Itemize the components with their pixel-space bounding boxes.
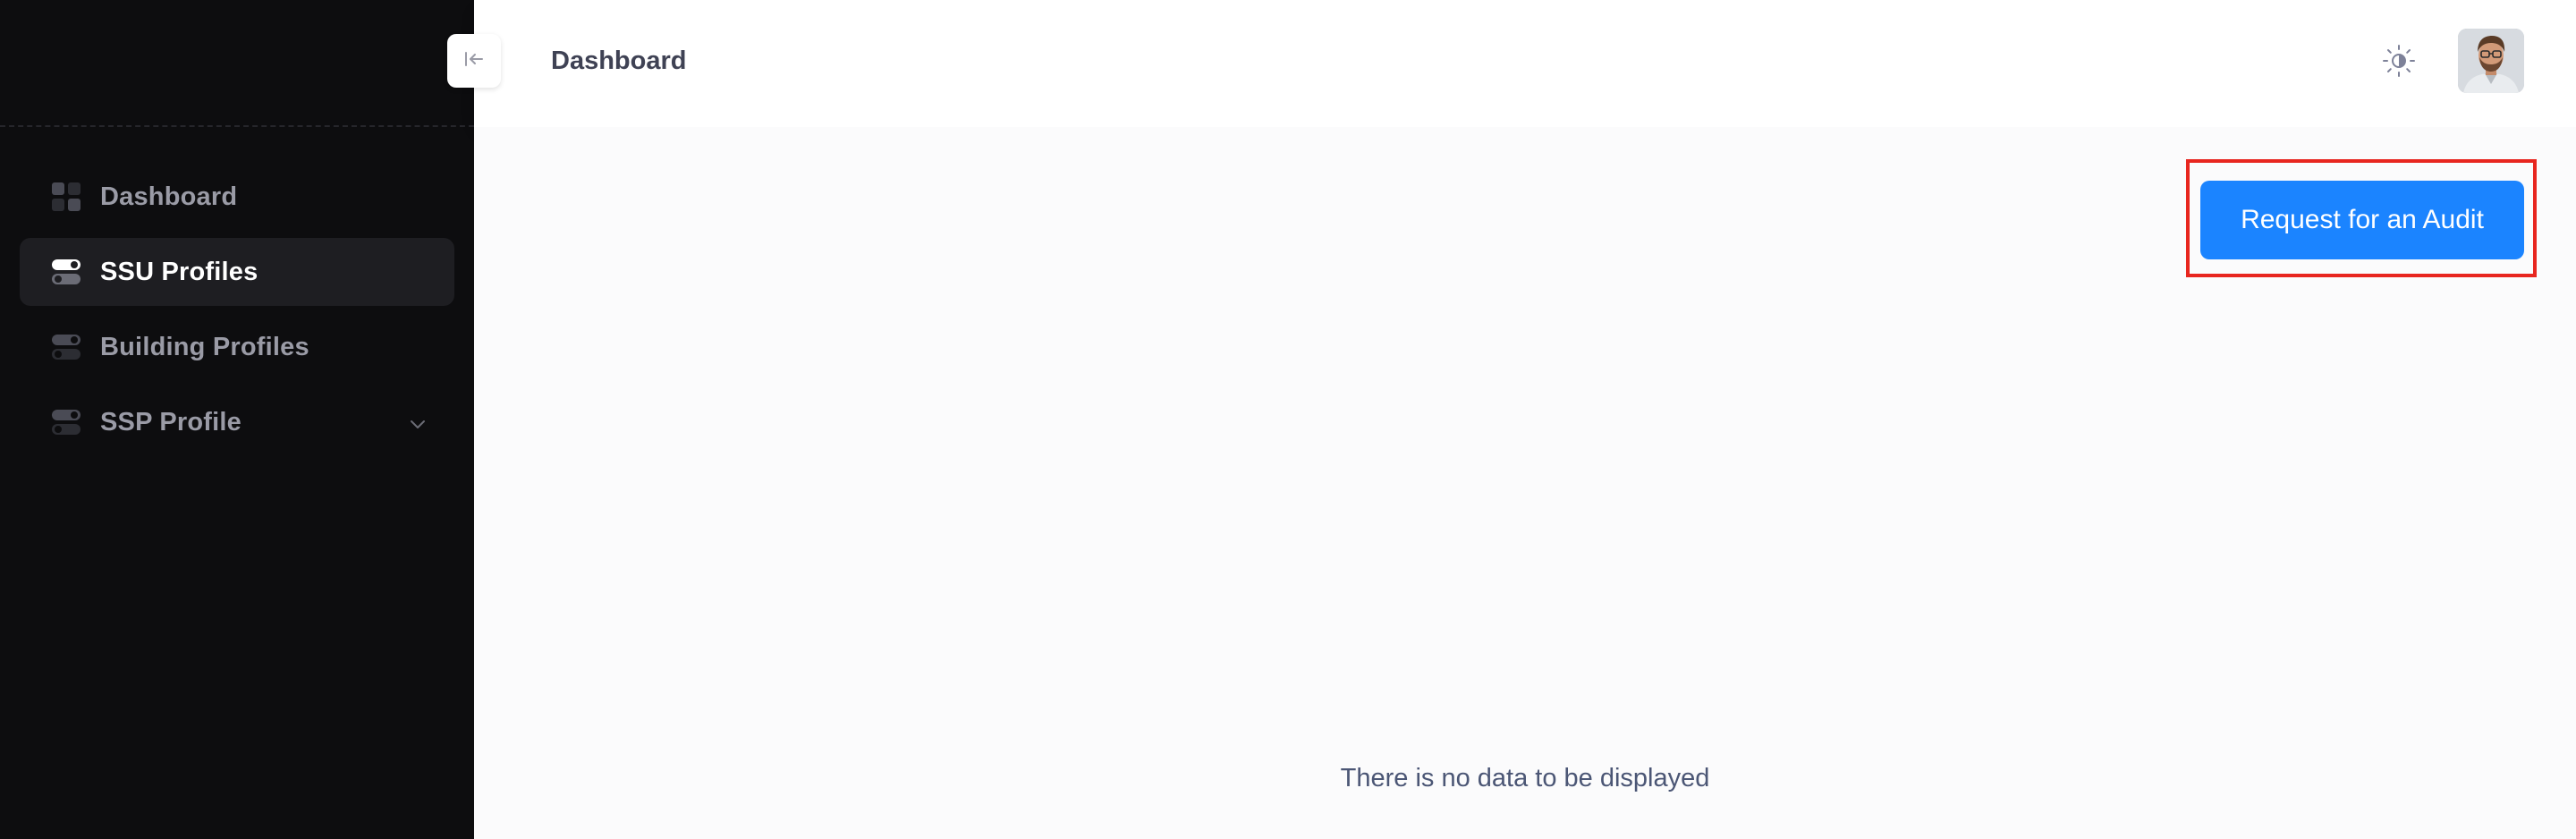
sidebar-item-building-profiles[interactable]: Building Profiles [20, 313, 454, 381]
sidebar-nav: Dashboard SSU Profiles Building Profiles… [0, 127, 474, 456]
sidebar-item-ssp-profile[interactable]: SSP Profile [20, 388, 454, 456]
sidebar-item-dashboard[interactable]: Dashboard [20, 163, 454, 231]
empty-state-message: There is no data to be displayed [1340, 764, 1710, 792]
sidebar-item-ssu-profiles[interactable]: SSU Profiles [20, 238, 454, 306]
dashboard-grid-icon [50, 181, 82, 213]
arrow-left-bar-icon [462, 47, 486, 75]
toggle-icon [50, 406, 82, 438]
sidebar-item-label: Building Profiles [100, 332, 309, 361]
main-content: Request for an Audit There is no data to… [474, 127, 2576, 839]
top-header: Dashboard [474, 0, 2576, 127]
sidebar-item-label: Dashboard [100, 182, 238, 211]
app-root: Dashboard SSU Profiles Building Profiles… [0, 0, 2576, 839]
sidebar-item-label: SSU Profiles [100, 257, 258, 286]
sidebar: Dashboard SSU Profiles Building Profiles… [0, 0, 474, 839]
theme-toggle-button[interactable] [2379, 43, 2419, 82]
sidebar-item-label: SSP Profile [100, 407, 242, 436]
request-audit-button[interactable]: Request for an Audit [2200, 181, 2524, 259]
sun-icon [2381, 43, 2417, 83]
collapse-sidebar-button[interactable] [447, 34, 501, 88]
chevron-down-icon[interactable] [408, 411, 428, 431]
toggle-icon [50, 331, 82, 363]
toggle-icon [50, 256, 82, 288]
sidebar-logo-area [0, 0, 474, 127]
user-avatar[interactable] [2458, 29, 2524, 93]
page-title: Dashboard [551, 47, 687, 75]
